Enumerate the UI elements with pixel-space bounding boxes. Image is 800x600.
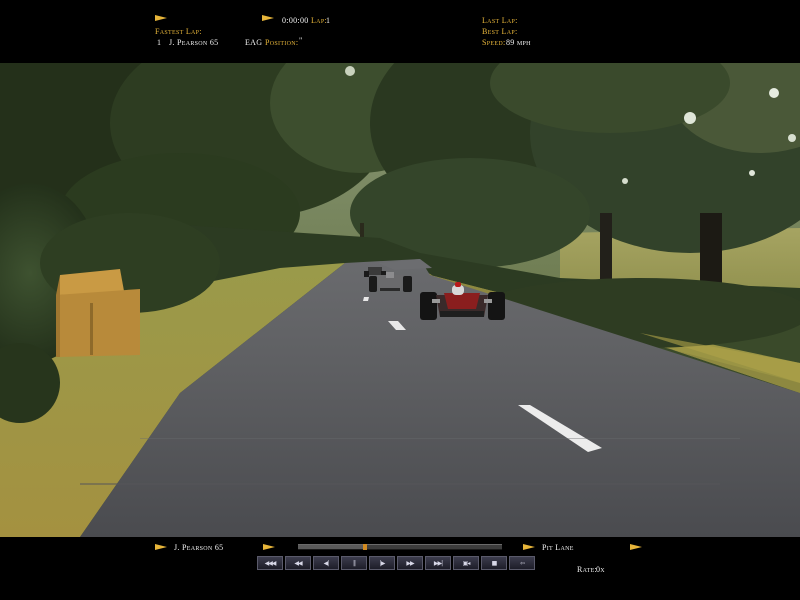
rate-value: 0x — [596, 565, 605, 574]
lap-label: Lap: — [311, 16, 327, 25]
pennant-icon — [523, 544, 535, 550]
rewind-fast-button[interactable]: ◀◀ — [285, 556, 311, 570]
top-hud: 0:00:00 Lap: 1 Fastest Lap: 1 J. Pearson… — [0, 0, 800, 63]
replay-controls: ◀◀◀ ◀◀ ◀| || |▶ ▶▶ ▶▶| ▣◂ ■ ⇦ — [257, 556, 535, 570]
pennant-icon — [155, 544, 167, 550]
fastest-lap-rank: 1 — [157, 38, 162, 47]
stop-button[interactable]: ■ — [481, 556, 507, 570]
replay-progress-slider[interactable] — [298, 544, 502, 550]
pennant-icon — [262, 15, 274, 21]
fastest-lap-label: Fastest Lap: — [155, 27, 202, 36]
pause-button[interactable]: || — [341, 556, 367, 570]
skip-to-end-button[interactable]: ▶▶| — [425, 556, 451, 570]
race-timer: 0:00:00 — [282, 16, 309, 25]
race-scene — [0, 63, 800, 537]
speed-label: Speed: — [482, 38, 506, 47]
pennant-icon — [155, 15, 167, 21]
replay-bar: J. Pearson 65 Pit Lane ◀◀◀ ◀◀ ◀| || |▶ ▶▶ ▶▶| ▣… — [0, 537, 800, 600]
rate-label: Rate: — [577, 565, 598, 574]
step-forward-button[interactable]: |▶ — [369, 556, 395, 570]
position-label: Position: — [265, 38, 299, 47]
last-lap-label: Last Lap: — [482, 16, 518, 25]
speed-value: 89 mph — [506, 38, 531, 47]
replay-location: Pit Lane — [542, 543, 574, 552]
pennant-icon — [630, 544, 642, 550]
replay-progress-fill — [298, 545, 364, 549]
exit-button[interactable]: ⇦ — [509, 556, 535, 570]
best-lap-label: Best Lap: — [482, 27, 518, 36]
replay-driver: J. Pearson 65 — [174, 543, 224, 552]
camera-button[interactable]: ▣◂ — [453, 556, 479, 570]
pennant-icon — [263, 544, 275, 550]
fastest-lap-driver: J. Pearson 65 — [169, 38, 219, 47]
position-value: " — [299, 36, 303, 45]
step-back-button[interactable]: ◀| — [313, 556, 339, 570]
team-name: EAG — [245, 38, 263, 47]
replay-progress-handle[interactable] — [363, 544, 368, 550]
fast-forward-button[interactable]: ▶▶ — [397, 556, 423, 570]
lap-value: 1 — [326, 16, 331, 25]
skip-to-start-button[interactable]: ◀◀◀ — [257, 556, 283, 570]
